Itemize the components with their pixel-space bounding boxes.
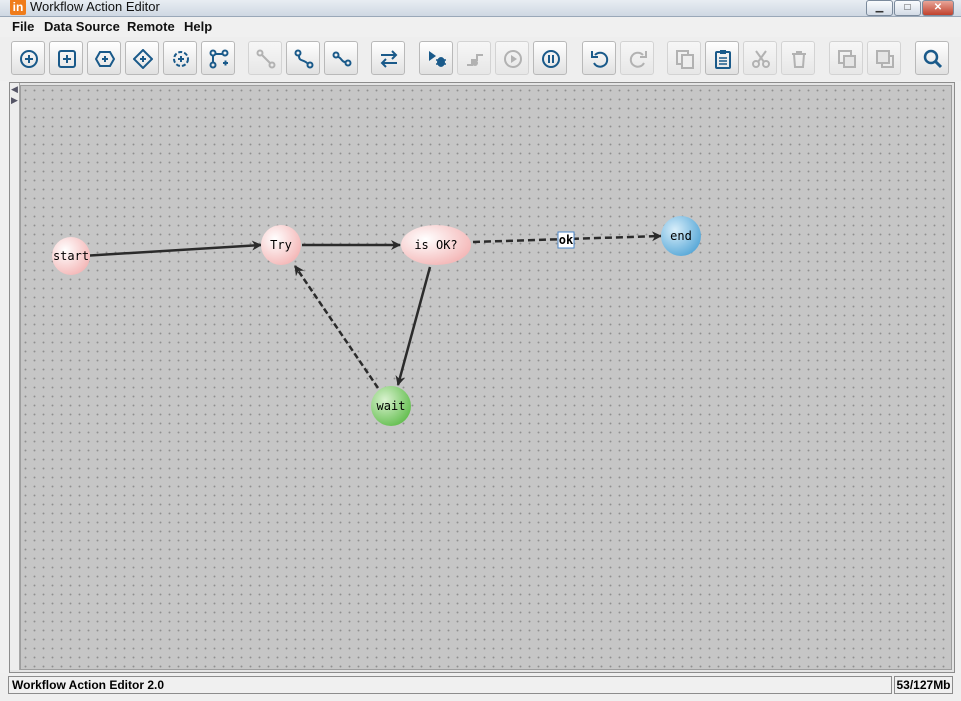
title-bar: in Workflow Action Editor ▁ □ ✕ — [0, 0, 961, 17]
node-try-label: Try — [270, 238, 292, 252]
add-branch-icon — [209, 49, 229, 69]
edge-label-ok[interactable]: ok — [557, 231, 575, 249]
add-branch-button[interactable] — [201, 41, 235, 75]
workflow-graph: ok start Try is OK? end wait — [52, 216, 701, 426]
menu-file[interactable]: File — [12, 19, 34, 34]
app-logo-icon: in — [10, 0, 26, 15]
send-back-icon — [876, 50, 894, 68]
edge-label-ok-text: ok — [559, 233, 574, 247]
bring-front-icon — [838, 50, 856, 68]
connect-failure-button[interactable] — [324, 41, 358, 75]
editor-area: ◀ ▶ ok start Try is OK? end wait — [9, 82, 955, 673]
step-icon — [467, 54, 483, 66]
delete-button[interactable] — [781, 41, 815, 75]
node-end-label: end — [670, 229, 692, 243]
debug-run-icon — [429, 51, 446, 67]
menu-help[interactable]: Help — [184, 19, 212, 34]
window-title: Workflow Action Editor — [30, 0, 160, 14]
bring-front-button[interactable] — [829, 41, 863, 75]
edge-start-try[interactable] — [81, 240, 262, 258]
add-action-node-icon — [58, 50, 76, 68]
edge-wait-try[interactable] — [293, 265, 380, 389]
node-start[interactable]: start — [52, 237, 90, 275]
add-decision-node-icon — [133, 49, 153, 69]
node-wait-label: wait — [377, 399, 406, 413]
play-button[interactable] — [495, 41, 529, 75]
add-start-node-button[interactable] — [11, 41, 45, 75]
pause-button[interactable] — [533, 41, 567, 75]
add-hexagon-node-icon — [95, 51, 115, 67]
send-back-button[interactable] — [867, 41, 901, 75]
cut-icon — [752, 50, 770, 68]
connect-button[interactable] — [248, 41, 282, 75]
redo-icon — [629, 51, 647, 68]
search-button[interactable] — [915, 41, 949, 75]
paste-icon — [715, 50, 731, 69]
redo-button[interactable] — [620, 41, 654, 75]
add-subflow-node-icon — [173, 51, 189, 67]
menu-bar: File Data Source Remote Help — [0, 17, 961, 37]
copy-button[interactable] — [667, 41, 701, 75]
undo-button[interactable] — [582, 41, 616, 75]
node-end[interactable]: end — [661, 216, 701, 256]
node-is-ok-label: is OK? — [414, 238, 457, 252]
menu-remote[interactable]: Remote — [127, 19, 175, 34]
add-start-node-icon — [20, 50, 38, 68]
close-button[interactable]: ✕ — [922, 0, 954, 16]
delete-icon — [792, 51, 806, 68]
add-hexagon-node-button[interactable] — [87, 41, 121, 75]
play-icon — [504, 50, 522, 68]
pause-icon — [542, 50, 560, 68]
workflow-canvas[interactable]: ok start Try is OK? end wait — [20, 85, 952, 670]
swap-button[interactable] — [371, 41, 405, 75]
edge-isok-wait[interactable] — [395, 266, 432, 386]
toolbar — [0, 37, 961, 81]
expand-right-icon[interactable]: ▶ — [11, 95, 18, 106]
side-panel-toggle[interactable]: ◀ ▶ — [10, 83, 20, 670]
debug-run-button[interactable] — [419, 41, 453, 75]
add-subflow-node-button[interactable] — [163, 41, 197, 75]
menu-data-source[interactable]: Data Source — [44, 19, 120, 34]
status-app-version: Workflow Action Editor 2.0 — [8, 676, 892, 694]
minimize-button[interactable]: ▁ — [866, 0, 893, 16]
node-is-ok[interactable]: is OK? — [401, 225, 471, 265]
connect-failure-icon — [332, 51, 352, 67]
search-icon — [923, 49, 943, 69]
maximize-button[interactable]: □ — [894, 0, 921, 16]
cut-button[interactable] — [743, 41, 777, 75]
connect-success-icon — [294, 49, 314, 69]
status-bar: Workflow Action Editor 2.0 53/127Mb — [0, 673, 961, 701]
connect-success-button[interactable] — [286, 41, 320, 75]
node-wait[interactable]: wait — [371, 386, 411, 426]
add-decision-node-button[interactable] — [125, 41, 159, 75]
undo-icon — [591, 51, 609, 68]
copy-icon — [676, 50, 694, 69]
add-action-node-button[interactable] — [49, 41, 83, 75]
node-start-label: start — [53, 249, 89, 263]
step-button[interactable] — [457, 41, 491, 75]
swap-icon — [380, 50, 398, 68]
node-try[interactable]: Try — [261, 225, 301, 265]
connect-icon — [256, 49, 276, 69]
status-memory: 53/127Mb — [894, 676, 953, 694]
collapse-left-icon[interactable]: ◀ — [11, 84, 18, 95]
paste-button[interactable] — [705, 41, 739, 75]
